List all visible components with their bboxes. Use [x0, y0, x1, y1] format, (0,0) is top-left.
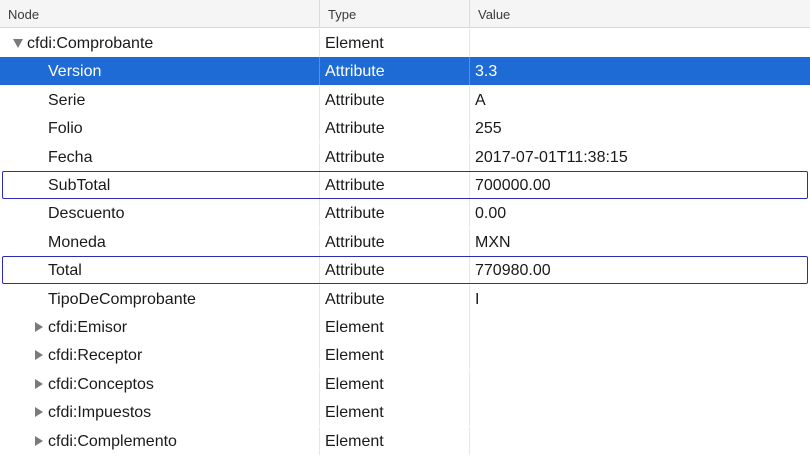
value-cell[interactable]: 2017-07-01T11:38:15: [469, 142, 810, 171]
value-cell[interactable]: 700000.00: [469, 171, 810, 199]
node-cell: cfdi:Emisor: [0, 313, 319, 341]
tree-row[interactable]: cfdi:Impuestos Element: [0, 398, 810, 427]
tree-row[interactable]: Version Attribute 3.3: [0, 57, 810, 86]
value-cell[interactable]: A: [469, 85, 810, 114]
node-name: cfdi:Conceptos: [48, 375, 154, 393]
node-name: cfdi:Impuestos: [48, 404, 152, 422]
value-cell[interactable]: 255: [469, 114, 810, 143]
value-cell[interactable]: 770980.00: [469, 256, 810, 285]
node-cell: Fecha: [0, 143, 319, 171]
value-cell[interactable]: MXN: [469, 227, 810, 256]
type-cell: Element: [319, 369, 469, 398]
tree-row[interactable]: Fecha Attribute 2017-07-01T11:38:15: [0, 142, 810, 171]
type-cell: Attribute: [319, 227, 469, 256]
type-cell: Element: [319, 398, 469, 427]
type-cell: Element: [319, 313, 469, 341]
tree-row[interactable]: Folio Attribute 255: [0, 114, 810, 143]
node-name: Serie: [48, 91, 86, 109]
node-name: SubTotal: [48, 177, 111, 194]
node-name: cfdi:Emisor: [48, 319, 128, 336]
node-cell: TipoDeComprobante: [0, 285, 319, 313]
type-cell: Attribute: [319, 57, 469, 86]
disclosure-triangle-right-icon[interactable]: [35, 435, 43, 446]
tree-row[interactable]: Serie Attribute A: [0, 85, 810, 114]
node-cell: SubTotal: [0, 171, 319, 199]
node-name: cfdi:Comprobante: [27, 35, 154, 52]
value-cell[interactable]: [469, 29, 810, 57]
value-cell[interactable]: 0.00: [469, 199, 810, 228]
disclosure-triangle-right-icon[interactable]: [35, 378, 43, 389]
value-cell[interactable]: [469, 369, 810, 398]
value-cell[interactable]: I: [469, 284, 810, 313]
node-name: Descuento: [48, 205, 125, 223]
node-name: Moneda: [48, 233, 106, 251]
xml-outline-view: Node Type Value cfdi:Comprobante Element V…: [0, 0, 810, 456]
node-cell: Version: [0, 57, 319, 85]
type-cell: Attribute: [319, 171, 469, 199]
column-header-type[interactable]: Type: [319, 0, 469, 28]
disclosure-triangle-down-icon[interactable]: [13, 39, 23, 48]
disclosure-triangle-right-icon[interactable]: [35, 350, 43, 361]
value-cell[interactable]: [469, 426, 810, 455]
node-name: TipoDeComprobante: [48, 290, 196, 308]
node-cell: Serie: [0, 86, 319, 114]
type-cell: Attribute: [319, 85, 469, 114]
type-cell: Element: [319, 29, 469, 57]
disclosure-triangle-right-icon[interactable]: [35, 407, 43, 418]
node-cell: cfdi:Receptor: [0, 341, 319, 369]
node-name: cfdi:Receptor: [48, 347, 143, 365]
node-name: Fecha: [48, 148, 93, 166]
tree-row[interactable]: cfdi:Receptor Element: [0, 341, 810, 370]
disclosure-triangle-right-icon[interactable]: [35, 322, 43, 332]
node-cell: cfdi:Impuestos: [0, 398, 319, 426]
tree-row[interactable]: Total Attribute 770980.00: [0, 256, 810, 285]
value-cell[interactable]: [469, 313, 810, 341]
tree-row[interactable]: SubTotal Attribute 700000.00: [0, 171, 810, 199]
node-name: Total: [48, 262, 82, 280]
node-cell: Descuento: [0, 199, 319, 227]
tree-row[interactable]: cfdi:Emisor Element: [0, 313, 810, 341]
tree-row[interactable]: Descuento Attribute 0.00: [0, 199, 810, 228]
tree-row[interactable]: cfdi:Comprobante Element: [0, 29, 810, 57]
node-cell: cfdi:Comprobante: [0, 29, 319, 57]
node-cell: Moneda: [0, 228, 319, 256]
type-cell: Attribute: [319, 256, 469, 285]
tree-row[interactable]: cfdi:Complemento Element: [0, 426, 810, 455]
type-cell: Attribute: [319, 142, 469, 171]
type-cell: Element: [319, 341, 469, 370]
node-name: Folio: [48, 120, 83, 138]
value-cell[interactable]: [469, 341, 810, 370]
column-header-node[interactable]: Node: [0, 0, 319, 28]
column-header: Node Type Value: [0, 0, 810, 28]
tree-row[interactable]: cfdi:Conceptos Element: [0, 369, 810, 398]
column-header-value[interactable]: Value: [469, 0, 810, 28]
value-cell[interactable]: [469, 398, 810, 427]
type-cell: Element: [319, 426, 469, 455]
tree-row[interactable]: Moneda Attribute MXN: [0, 227, 810, 256]
node-name: cfdi:Complemento: [48, 432, 177, 450]
type-cell: Attribute: [319, 199, 469, 228]
type-cell: Attribute: [319, 114, 469, 143]
node-name: Version: [48, 63, 102, 81]
node-cell: Folio: [0, 114, 319, 142]
value-cell[interactable]: 3.3: [469, 57, 810, 86]
node-cell: cfdi:Complemento: [0, 427, 319, 455]
tree-row[interactable]: TipoDeComprobante Attribute I: [0, 284, 810, 313]
node-cell: Total: [0, 256, 319, 284]
node-cell: cfdi:Conceptos: [0, 370, 319, 398]
type-cell: Attribute: [319, 284, 469, 313]
